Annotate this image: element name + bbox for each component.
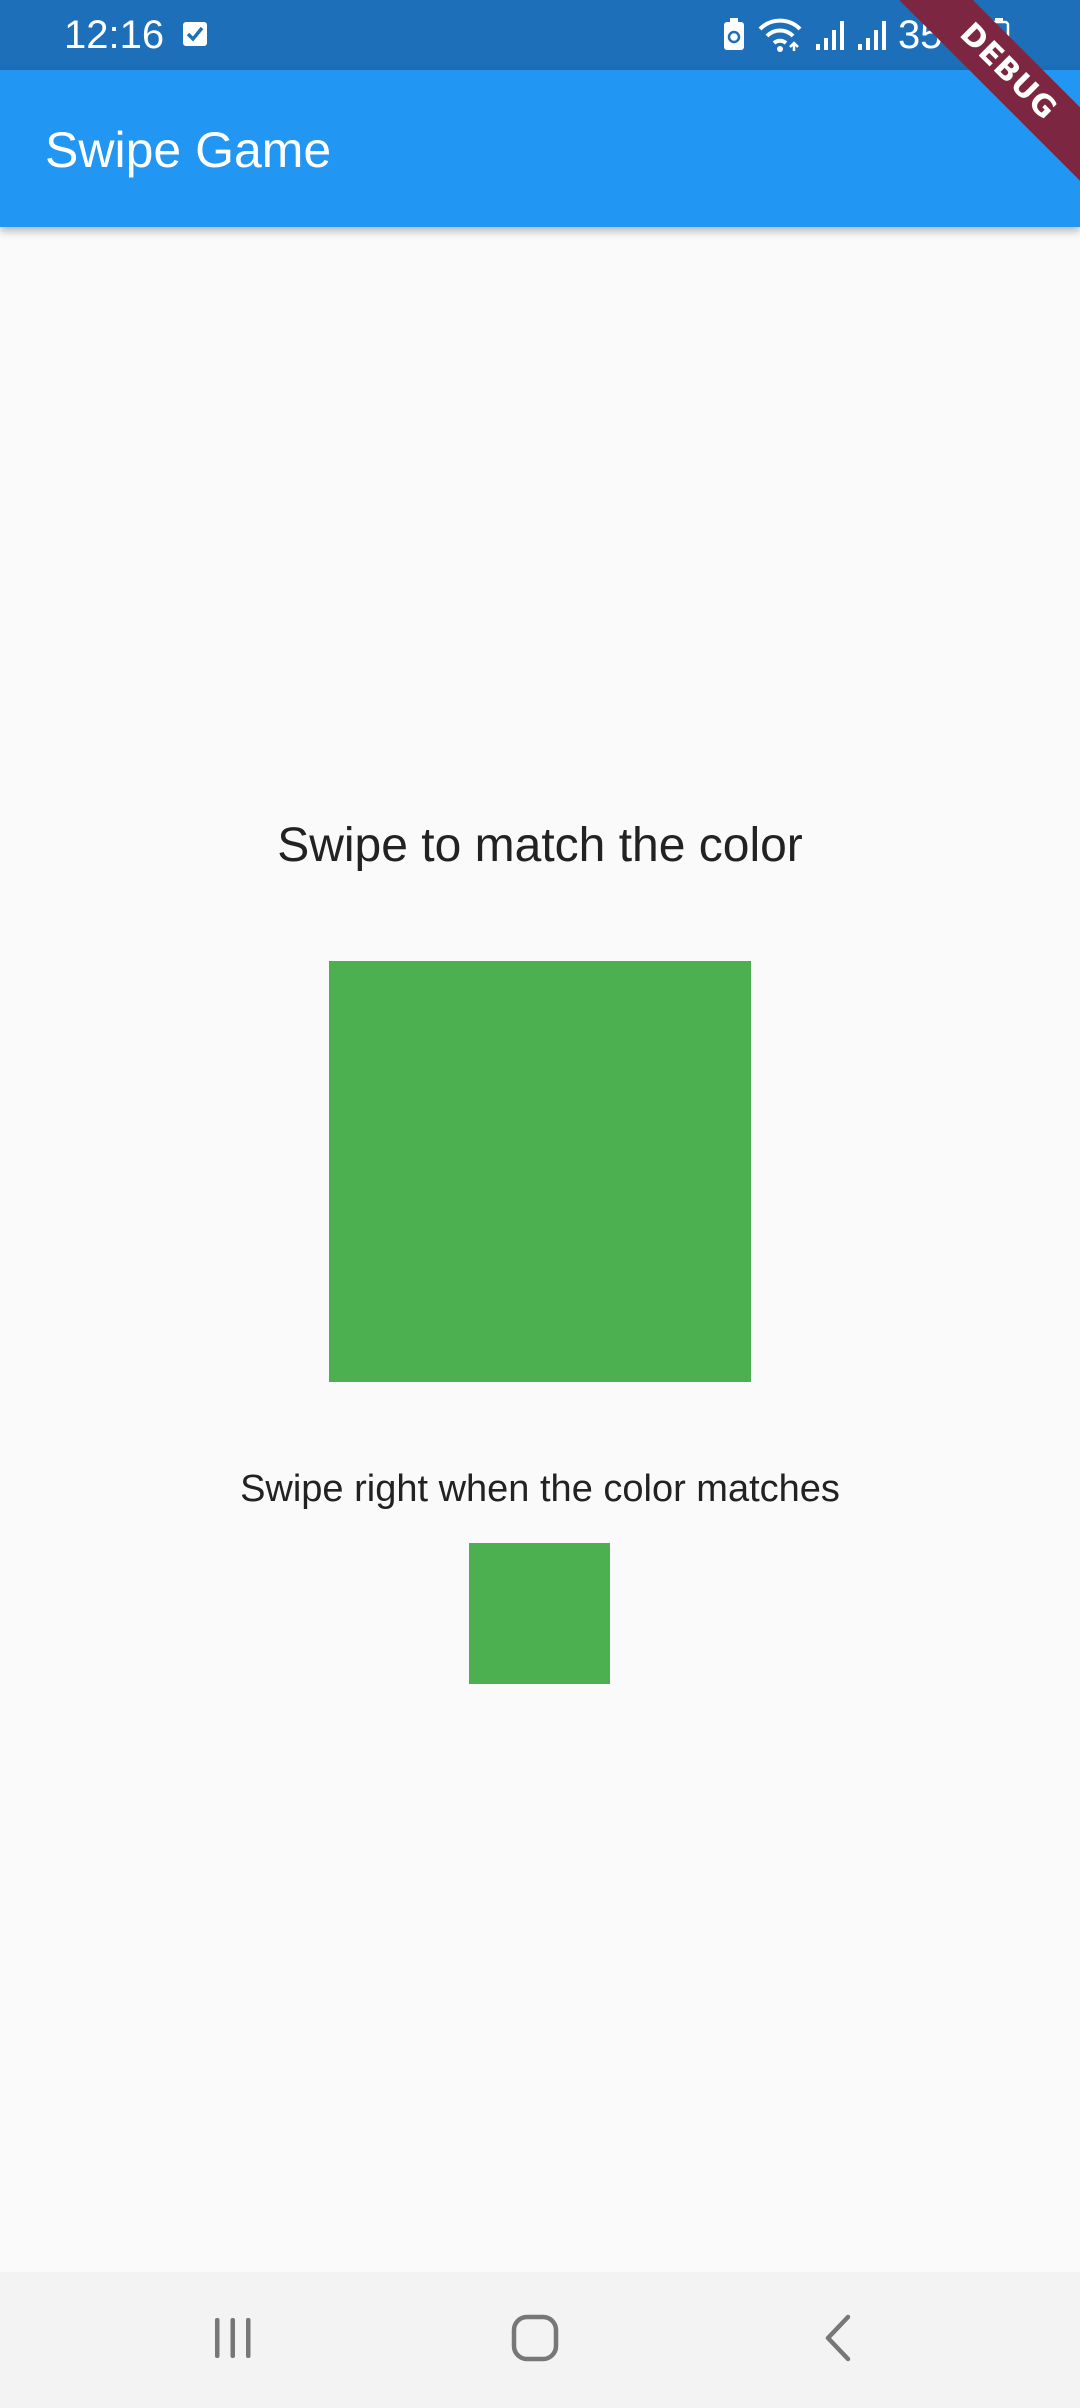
home-button[interactable] [485, 2290, 585, 2390]
recent-apps-button[interactable] [183, 2290, 283, 2390]
battery-saver-icon [722, 18, 746, 52]
app-title: Swipe Game [45, 122, 332, 178]
status-time: 12:16 [64, 13, 165, 57]
back-icon [818, 2313, 858, 2368]
battery-icon [988, 17, 1010, 53]
hint-text: Swipe right when the color matches [240, 1468, 840, 1510]
status-icons: 35% [722, 10, 1010, 60]
signal-icon [856, 18, 888, 52]
wifi-icon [756, 17, 804, 53]
back-button[interactable] [788, 2290, 888, 2390]
check-box-icon [182, 20, 208, 48]
swipeable-color-square[interactable] [469, 1543, 610, 1684]
signal-icon [814, 18, 846, 52]
recent-apps-icon [209, 2314, 257, 2367]
screen: 12:16 35% Swipe Game DEBUG Swipe to matc… [0, 0, 1080, 2408]
app-bar: Swipe Game [0, 70, 1080, 227]
home-icon [510, 2313, 560, 2368]
instruction-text: Swipe to match the color [277, 819, 803, 872]
navigation-bar [0, 2272, 1080, 2408]
target-color-square [329, 961, 751, 1382]
status-bar: 12:16 35% [0, 0, 1080, 70]
battery-percent: 35% [897, 13, 978, 57]
